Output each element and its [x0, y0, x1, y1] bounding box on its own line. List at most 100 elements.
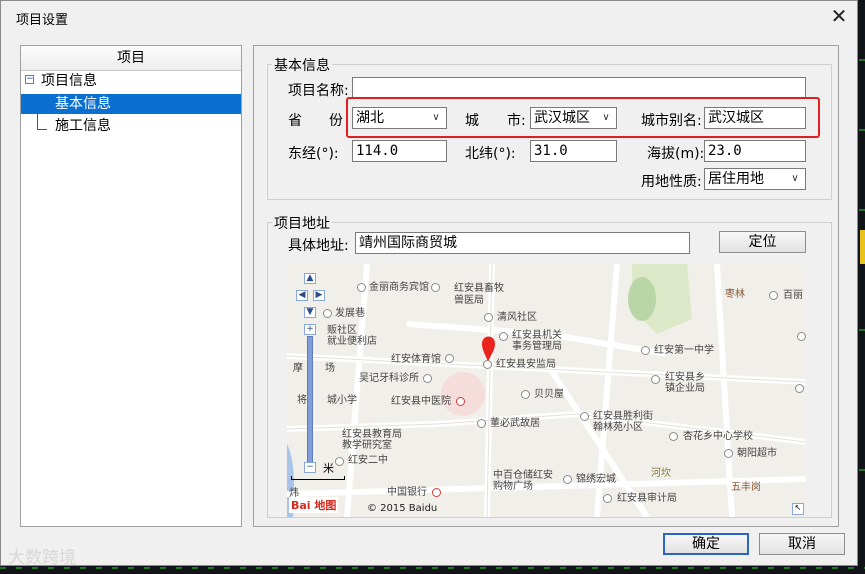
poi-icon — [563, 475, 572, 484]
altitude-input[interactable]: 23.0 — [704, 140, 806, 162]
pan-down-icon[interactable]: ▼ — [304, 307, 316, 318]
highlight-annotation-box — [346, 97, 820, 138]
tree-header: 项目 — [21, 46, 241, 71]
poi-icon — [323, 309, 332, 318]
watermark-text: 大数跨境 — [8, 548, 76, 568]
close-icon[interactable]: ✕ — [827, 5, 851, 27]
address-label: 具体地址: — [288, 238, 349, 254]
poi-label: 锦绣宏城 — [576, 474, 616, 485]
poi-label: 吴记牙科诊所 — [359, 373, 419, 384]
hospital-icon — [456, 397, 465, 406]
map-copyright: © 2015 Baidu — [367, 503, 438, 514]
expand-icon[interactable]: ↖ — [792, 503, 804, 515]
poi-label: 杏花乡中心学校 — [683, 431, 753, 442]
ok-button[interactable]: 确定 — [663, 533, 749, 555]
land-use-label: 用地性质: — [641, 174, 702, 190]
poi-icon — [521, 390, 530, 399]
poi-icon — [484, 313, 493, 322]
zoom-slider[interactable] — [307, 336, 313, 463]
province-label-part1: 省 — [288, 113, 302, 129]
cancel-button[interactable]: 取消 — [759, 533, 845, 555]
poi-icon — [669, 432, 678, 441]
project-name-input[interactable] — [352, 77, 806, 99]
poi-label: 贝贝屋 — [534, 389, 564, 400]
tree-root-project-info[interactable]: 项目信息 — [41, 71, 97, 91]
poi-label: 场 — [325, 363, 335, 374]
poi-label: 朝阳超市 — [737, 448, 777, 459]
basic-info-group-title: 基本信息 — [272, 55, 332, 75]
poi-label: 百丽 — [783, 290, 803, 301]
scale-unit-label: 米 — [323, 462, 334, 475]
tree-item-basic-info[interactable]: 基本信息 — [21, 94, 241, 114]
latitude-input[interactable]: 31.0 — [530, 140, 617, 162]
poi-label: 枣林 — [725, 289, 745, 300]
chevron-down-icon: ∨ — [791, 173, 799, 184]
poi-label: 金丽商务宾馆 — [369, 282, 429, 293]
zoom-out-icon[interactable]: − — [304, 462, 316, 473]
poi-icon — [477, 419, 486, 428]
poi-label: 红安二中 — [348, 455, 388, 466]
longitude-label: 东经(°): — [288, 146, 339, 162]
poi-label: 教学研究室 — [342, 440, 392, 451]
poi-label: 红安县中医院 — [391, 396, 451, 407]
poi-icon — [357, 283, 366, 292]
tree-item-construction-info[interactable]: 施工信息 — [55, 116, 111, 136]
poi-icon — [423, 374, 432, 383]
longitude-input[interactable]: 114.0 — [352, 140, 447, 162]
poi-label: 镇企业局 — [665, 383, 705, 394]
poi-label: 清风社区 — [497, 312, 537, 323]
pan-right-icon[interactable]: ▶ — [313, 290, 325, 301]
poi-label: 城小学 — [327, 395, 357, 406]
poi-label: 五丰岗 — [731, 482, 761, 493]
poi-label: 红安第一中学 — [654, 345, 714, 356]
zoom-in-icon[interactable]: + — [304, 324, 316, 335]
project-tree-panel: 项目 − 项目信息 基本信息 施工信息 — [20, 45, 242, 527]
bank-icon — [432, 488, 441, 497]
land-use-select[interactable]: 居住用地 ∨ — [704, 168, 806, 190]
locate-button[interactable]: 定位 — [719, 231, 806, 253]
poi-label: 购物广场 — [493, 481, 533, 492]
collapse-icon[interactable]: − — [25, 75, 34, 84]
tree-connector — [37, 129, 47, 130]
poi-label: 红安县畜牧 — [454, 283, 504, 294]
poi-label: 将 — [297, 395, 307, 406]
poi-label: 河坎 — [651, 468, 671, 479]
poi-label: 就业便利店 — [327, 336, 377, 347]
altitude-label: 海拔(m): — [647, 146, 705, 162]
scale-bar — [291, 476, 345, 480]
poi-icon — [651, 375, 660, 384]
land-use-value: 居住用地 — [708, 171, 764, 187]
baidu-logo: Bai 地图 — [289, 497, 339, 513]
poi-label: 摩 — [293, 363, 303, 374]
poi-label: 红安体育馆 — [391, 354, 441, 365]
dialog-title: 项目设置 — [16, 13, 69, 28]
poi-icon — [641, 346, 650, 355]
pan-up-icon[interactable]: ▲ — [304, 273, 316, 284]
poi-label: 兽医局 — [454, 295, 484, 306]
poi-icon — [499, 332, 508, 341]
poi-icon — [769, 291, 778, 300]
poi-icon — [431, 283, 440, 292]
poi-icon — [445, 354, 454, 363]
poi-label: 董必武故居 — [490, 418, 540, 429]
address-input[interactable]: 靖州国际商贸城 — [355, 232, 690, 254]
poi-label: 事务管理局 — [512, 341, 562, 352]
poi-label: 翰林苑小区 — [593, 422, 643, 433]
poi-label: 红安县安监局 — [496, 359, 556, 370]
poi-icon — [483, 360, 492, 369]
poi-icon — [603, 494, 612, 503]
latitude-label: 北纬(°): — [465, 146, 516, 162]
project-settings-dialog: 项目设置 ✕ 项目 − 项目信息 基本信息 施工信息 基本信息 项目名称: 省 … — [0, 0, 858, 566]
poi-icon — [580, 412, 589, 421]
poi-label: 发展巷 — [335, 308, 365, 319]
poi-icon — [335, 457, 344, 466]
poi-icon — [795, 384, 804, 393]
project-name-label: 项目名称: — [288, 83, 349, 99]
province-label-part2: 份 — [329, 113, 343, 129]
address-group-title: 项目地址 — [272, 213, 332, 233]
poi-icon — [724, 449, 733, 458]
pan-left-icon[interactable]: ◀ — [296, 290, 308, 301]
poi-label: 红安县审计局 — [617, 493, 677, 504]
poi-icon — [797, 332, 806, 341]
baidu-map[interactable]: 金丽商务宾馆 红安县畜牧 兽医局 发展巷 清风社区 贩社区 就业便利店 红安县机… — [287, 264, 806, 517]
